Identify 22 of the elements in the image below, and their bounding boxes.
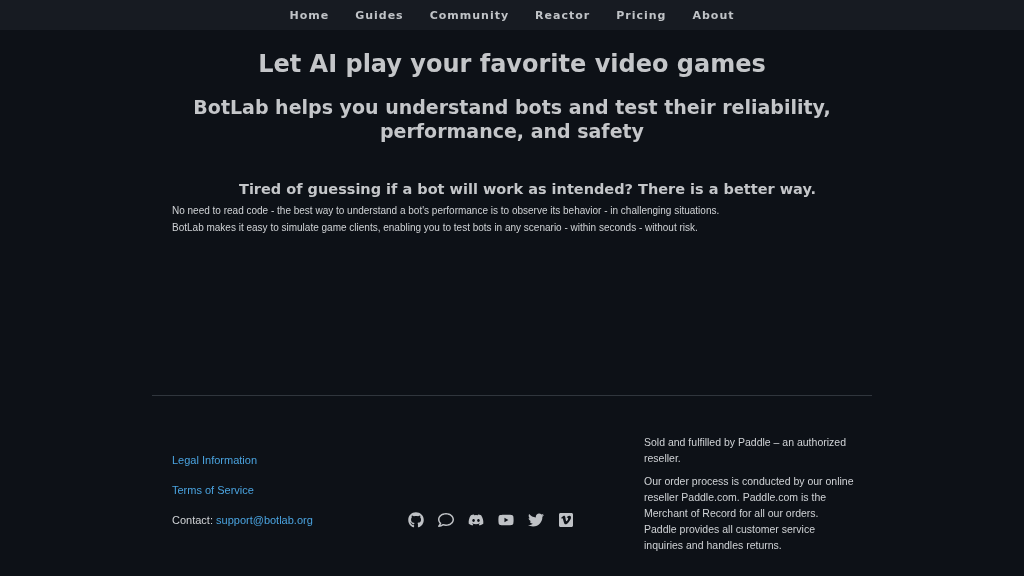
nav-link[interactable]: Guides	[355, 8, 404, 22]
page-title: Let AI play your favorite video games	[257, 49, 767, 80]
paragraph: BotLab makes it easy to simulate game clients, enabling you to test bots in any scenario - within seconds - without risk.	[171, 222, 699, 233]
reseller-note: Our order process is conducted by our online reseller Paddle.com. Paddle.com is the Merchant of Record for all our orders. Paddle provides all customer service inquiries and handles returns.	[644, 474, 854, 553]
paragraph: No need to read code - the best way to understand a bot's performance is to observe its behavior - in challenging situations.	[171, 205, 721, 216]
twitter-icon[interactable]	[528, 511, 544, 528]
nav-link[interactable]: Reactor	[535, 8, 591, 22]
nav-link[interactable]: Community	[429, 8, 510, 22]
footer-link[interactable]: Terms of Service	[172, 484, 408, 496]
nav-link[interactable]: Home	[289, 8, 330, 22]
footer-link[interactable]: Legal Information	[172, 454, 408, 466]
email-link[interactable]: support@botlab.org	[216, 514, 313, 526]
contact-text: Contact: support@botlab.org	[172, 514, 314, 526]
chat-icon[interactable]	[438, 511, 454, 528]
reseller-note: Sold and fulfilled by Paddle – an authorized reseller.	[644, 435, 847, 466]
vimeo-icon[interactable]	[558, 511, 574, 528]
nav-link[interactable]: Pricing	[616, 8, 667, 22]
github-icon[interactable]	[408, 511, 424, 528]
nav-link[interactable]: About	[692, 8, 735, 22]
section-heading: Tired of guessing if a bot will work as intended? There is a better way.	[238, 180, 818, 199]
discord-icon[interactable]	[468, 511, 484, 528]
subtitle: BotLab helps you understand bots and test their reliability, performance, and safety	[192, 95, 832, 143]
